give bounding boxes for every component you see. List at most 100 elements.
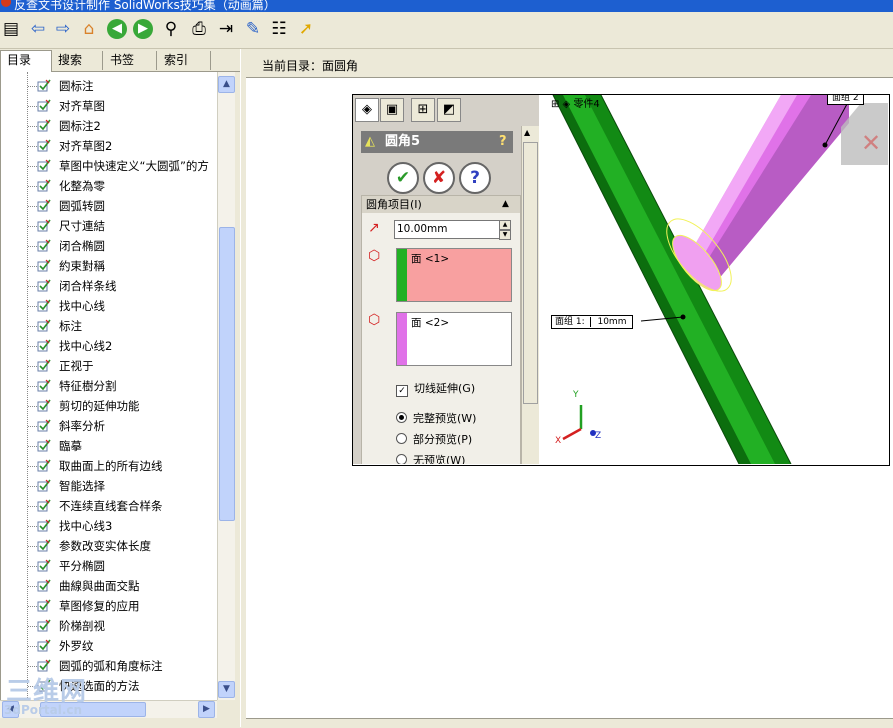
radius-input[interactable]: 10.00mm [394, 220, 500, 239]
current-path-bar: 当前目录：面圆角 [246, 49, 893, 78]
tree-connector [28, 626, 37, 627]
callout-point [680, 314, 686, 320]
highlight-icon[interactable]: ✎ [242, 18, 264, 40]
tree-item-label: 特征樹分割 [59, 379, 117, 393]
spin-down-icon[interactable]: ▼ [499, 230, 511, 240]
tab-contents[interactable]: 目录 [0, 50, 52, 72]
tree-item-label: 取曲面上的所有边线 [59, 459, 163, 473]
face-set-2-item[interactable]: 面 <2> [411, 315, 449, 330]
tree-item-label: 不连续直线套合样条 [59, 499, 163, 513]
sidebar-icon[interactable]: ▤ [0, 18, 22, 40]
tree-connector [28, 506, 37, 507]
tree-item-label: 智能选择 [59, 479, 105, 493]
tab-index[interactable]: 索引 [158, 51, 211, 70]
tree-connector [28, 466, 37, 467]
options-icon[interactable]: ☷ [268, 18, 290, 40]
no-preview-label: 无预览(W) [413, 454, 466, 464]
axis-x [562, 427, 582, 441]
tree-connector [28, 386, 37, 387]
home-icon[interactable]: ⌂ [78, 18, 100, 40]
tree-item-label: 正视于 [59, 359, 94, 373]
radio-selected-icon[interactable] [396, 412, 407, 423]
model-view: ✕ [552, 95, 888, 464]
tree-item-label: 剪切的延伸功能 [59, 399, 140, 413]
tree-item-label: 外罗纹 [59, 639, 94, 653]
radio-icon[interactable] [396, 433, 407, 444]
tree-connector [28, 186, 37, 187]
checkbox-icon[interactable]: ✓ [396, 385, 408, 397]
graphics-viewport[interactable]: ✕ ⊞ ◈ 零件4 面组 2 面组 1: 10mm Y X Z [549, 95, 888, 464]
face-set-1-item[interactable]: 面 <1> [411, 251, 449, 266]
spin-up-icon[interactable]: ▲ [499, 220, 511, 230]
find-icon[interactable]: ⚲ [160, 18, 182, 40]
partial-preview-label: 部分预览(P) [413, 433, 473, 446]
nav-back-icon[interactable]: ◀ [107, 19, 127, 39]
page-check-icon [37, 259, 51, 272]
toolbar: ▤ ⇦ ⇨ ⌂ ◀ ▶ ⚲ ⎙ ⇥ ✎ ☷ ➚ [0, 12, 893, 49]
scroll-down-icon[interactable]: ▼ [218, 681, 235, 698]
fillet-items-group: 圆角项目(I) ▲ ↗ 10.00mm ▲ ▼ ⬡ 面 <1> ⬡ 面 <2> … [361, 195, 521, 464]
display-tab-icon[interactable]: ◩ [437, 98, 461, 122]
tree-item-label: 圆标注2 [59, 119, 101, 133]
navigation-tabs: 目录 搜索 书签 索引 [0, 49, 240, 72]
radio-icon[interactable] [396, 454, 407, 464]
face-set-1-list[interactable]: 面 <1> [396, 248, 512, 302]
tangent-propagation-checkbox[interactable]: ✓ 切线延伸(G) [396, 380, 475, 397]
tree-item-label: 找中心线 [59, 299, 105, 313]
cancel-button[interactable]: ✘ [423, 162, 455, 194]
page-check-icon [37, 179, 51, 192]
config-tab-icon[interactable]: ⊞ [411, 98, 435, 122]
help-icon[interactable]: ? [499, 131, 507, 153]
forward-arrow-icon[interactable]: ⇨ [52, 18, 74, 40]
group-header: 圆角项目(I) ▲ [362, 196, 520, 213]
tree-item-label: 圆弧转圆 [59, 199, 105, 213]
export-icon[interactable]: ⇥ [215, 18, 237, 40]
face-set-2-list[interactable]: 面 <2> [396, 312, 512, 366]
help-button[interactable]: ? [459, 162, 491, 194]
ok-button[interactable]: ✔ [387, 162, 419, 194]
tree-item-label: 化整為零 [59, 179, 105, 193]
back-arrow-icon[interactable]: ⇦ [27, 18, 49, 40]
partial-preview-radio[interactable]: 部分预览(P) [396, 431, 472, 447]
tree-scroll-thumb[interactable] [219, 227, 235, 521]
full-preview-radio[interactable]: 完整预览(W) [396, 410, 476, 426]
face-set-2-icon: ⬡ [368, 312, 381, 328]
tree-connector [28, 646, 37, 647]
page-check-icon [37, 419, 51, 432]
collapse-icon[interactable]: ▲ [502, 196, 509, 213]
axis-z-label: Z [595, 431, 602, 441]
tree-connector [28, 446, 37, 447]
no-preview-radio[interactable]: 无预览(W) [396, 452, 465, 464]
page-check-icon [37, 499, 51, 512]
pm-scroll-thumb[interactable] [523, 142, 538, 404]
page-check-icon [37, 519, 51, 532]
print-icon[interactable]: ⎙ [188, 18, 210, 40]
property-tab-icon[interactable]: ▣ [380, 98, 404, 122]
property-manager-scrollbar[interactable]: ▲ [521, 126, 539, 464]
window-title-bar: 反查文书设计制作 SolidWorks技巧集（动画篇） [0, 0, 893, 12]
page-check-icon [37, 279, 51, 292]
scroll-up-icon[interactable]: ▲ [218, 76, 235, 93]
scroll-right-icon[interactable]: ▶ [198, 701, 215, 718]
axis-y-label: Y [573, 390, 579, 400]
contents-tree: 圆标注 对齐草图 圆标注2 对齐草图2 草图中快速定义“大圆弧”的方 化整為零 圆弧转圆 尺寸… [0, 72, 218, 700]
pointer-icon[interactable]: ➚ [295, 18, 317, 40]
tab-search[interactable]: 搜索 [52, 51, 103, 70]
nav-forward-icon[interactable]: ▶ [133, 19, 153, 39]
axis-x-label: X [555, 436, 562, 446]
tree-connector [28, 486, 37, 487]
tree-connector [28, 406, 37, 407]
fillet-property-manager: ◈ ▣ ⊞ ◩ ◭ 圆角5 ? ✔ ✘ ? 圆角项目(I) ▲ ↗ 10.00m… [353, 95, 539, 464]
tree-item-label: 草图修复的应用 [59, 599, 140, 613]
window-title: 反查文书设计制作 SolidWorks技巧集（动画篇） [14, 0, 276, 12]
page-check-icon [37, 639, 51, 652]
feature-tree-tab-icon[interactable]: ◈ [355, 98, 379, 122]
tree-connector [28, 146, 37, 147]
feature-tree-root[interactable]: ⊞ ◈ 零件4 [551, 95, 600, 110]
pm-scroll-up-icon[interactable]: ▲ [524, 128, 530, 137]
tab-bookmarks[interactable]: 书签 [104, 51, 157, 70]
tree-connector [28, 226, 37, 227]
callout-top: 面组 2 [827, 95, 864, 105]
page-check-icon [37, 399, 51, 412]
tree-item-label: 闭合样条线 [59, 279, 117, 293]
